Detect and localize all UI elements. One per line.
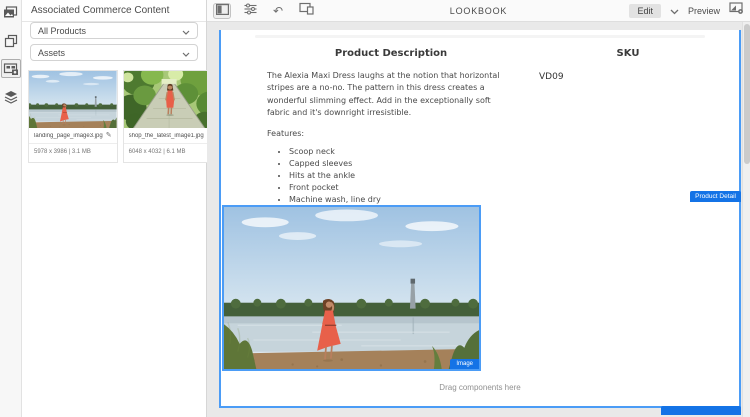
sku-value: VD09	[539, 72, 717, 82]
product-detail-component[interactable]: Product Description The Alexia Maxi Dres…	[221, 38, 739, 202]
assets-filter-dropdown[interactable]: Assets	[30, 44, 198, 61]
features-list: Scoop neck Capped sleeves Hits at the an…	[289, 146, 515, 206]
devices-icon	[299, 2, 314, 20]
canvas-scrollbar[interactable]	[742, 22, 750, 417]
products-filter-dropdown[interactable]: All Products	[30, 22, 198, 39]
feature-item: Scoop neck	[289, 146, 515, 158]
style-selector-button[interactable]	[241, 3, 259, 19]
lookbook-page[interactable]: Product Description The Alexia Maxi Dres…	[219, 30, 741, 408]
chevron-down-icon	[182, 44, 190, 62]
feature-item: Front pocket	[289, 182, 515, 194]
edit-pencil-icon[interactable]: ✎	[106, 132, 112, 139]
asset-meta: 5978 x 3986 | 3.1 MB	[29, 144, 117, 162]
image-component[interactable]: Image	[222, 205, 481, 371]
commerce-content-panel-button[interactable]	[1, 59, 21, 78]
clipped-component-badge[interactable]	[661, 406, 741, 415]
left-icon-rail	[0, 0, 22, 417]
asset-card-list: landing_page_image3.jpg ✎ 5978 x 3986 | …	[28, 70, 200, 163]
asset-filename: shop_the_latest_image1.jpg	[129, 133, 204, 139]
feature-item: Capped sleeves	[289, 158, 515, 170]
undo-icon: ↶	[273, 5, 283, 17]
asset-card[interactable]: landing_page_image3.jpg ✎ 5978 x 3986 | …	[28, 70, 118, 163]
page-editor: ↶ LOOKBOOK Edit Preview	[207, 0, 750, 417]
features-label: Features:	[267, 129, 515, 138]
sku-heading: SKU	[539, 48, 717, 59]
feature-item: Machine wash, line dry	[289, 194, 515, 206]
components-icon	[4, 34, 18, 48]
undo-button[interactable]: ↶	[269, 3, 287, 19]
app-window: Associated Commerce Content All Products…	[0, 0, 750, 417]
panel-title: Associated Commerce Content	[22, 0, 206, 22]
asset-card[interactable]: shop_the_latest_image1.jpg ✎ 6048 x 4032…	[123, 70, 219, 163]
screen-settings-icon[interactable]	[729, 1, 744, 20]
commerce-content-panel: Associated Commerce Content All Products…	[22, 0, 207, 417]
mode-chevron-down-icon[interactable]	[670, 2, 679, 20]
products-filter-value: All Products	[38, 26, 86, 36]
asset-filename: landing_page_image3.jpg	[34, 133, 103, 139]
assets-filter-value: Assets	[38, 48, 65, 58]
product-description-heading: Product Description	[267, 48, 515, 59]
toggle-side-panel-button[interactable]	[213, 3, 231, 19]
preview-button[interactable]: Preview	[688, 6, 720, 16]
editor-canvas: Product Description The Alexia Maxi Dres…	[207, 22, 750, 417]
components-panel-button[interactable]	[1, 31, 21, 50]
feature-item: Hits at the ankle	[289, 170, 515, 182]
product-description-text: The Alexia Maxi Dress laughs at the noti…	[267, 70, 515, 120]
layers-icon	[4, 90, 18, 104]
images-icon	[3, 6, 18, 19]
asset-meta: 6048 x 4032 | 6.1 MB	[124, 144, 218, 162]
product-detail-component-badge[interactable]: Product Detail	[690, 191, 741, 202]
commerce-icon	[3, 62, 19, 76]
style-sliders-icon	[244, 2, 257, 20]
layers-panel-button[interactable]	[1, 87, 21, 106]
image-component-badge[interactable]: Image	[450, 359, 479, 369]
side-panel-toggle-icon	[216, 2, 229, 20]
drop-zone-hint: Drag components here	[221, 383, 739, 392]
lookbook-photo	[224, 207, 479, 369]
editor-toolbar: ↶ LOOKBOOK Edit Preview	[207, 0, 750, 22]
asset-thumbnail-path[interactable]	[124, 71, 218, 128]
scrollbar-thumb[interactable]	[744, 24, 750, 164]
edit-mode-button[interactable]: Edit	[629, 4, 661, 18]
device-emulator-button[interactable]	[297, 3, 315, 19]
assets-panel-button[interactable]	[1, 3, 21, 22]
asset-thumbnail-lake[interactable]	[29, 71, 117, 128]
chevron-down-icon	[182, 22, 190, 40]
